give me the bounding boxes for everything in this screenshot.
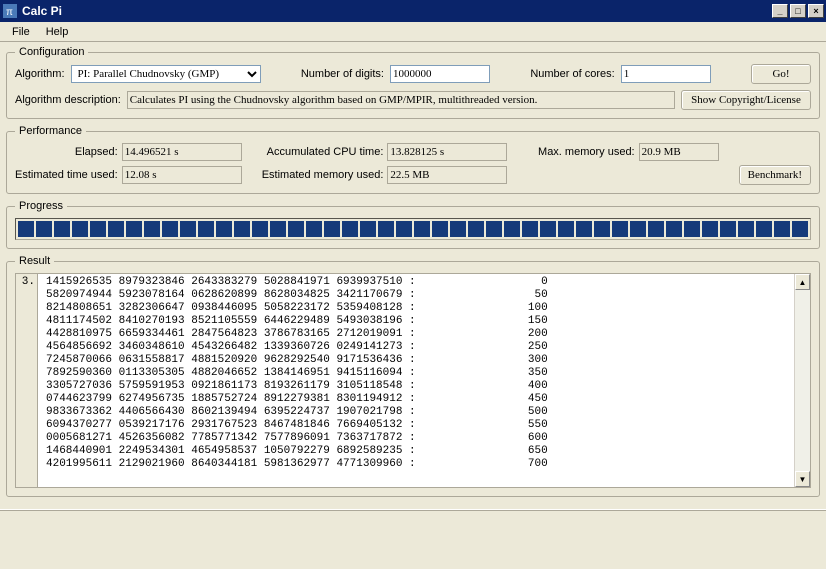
progress-block [180,221,196,237]
progress-block [702,221,718,237]
close-button[interactable]: × [808,4,824,18]
progress-block [306,221,322,237]
progress-block [612,221,628,237]
result-prefix: 3. [16,274,38,487]
maxmem-value [639,143,719,161]
algorithm-select[interactable]: PI: Parallel Chudnovsky (GMP) [71,65,261,83]
progress-block [414,221,430,237]
progress-block [576,221,592,237]
result-scrollbar[interactable]: ▲ ▼ [794,274,810,487]
progress-block [198,221,214,237]
progress-block [54,221,70,237]
menu-file[interactable]: File [4,24,38,40]
maxmem-label: Max. memory used: [538,146,635,158]
performance-group: Performance Elapsed: Accumulated CPU tim… [6,125,820,194]
esttime-value [122,166,242,184]
progress-block [468,221,484,237]
window-controls: _ □ × [772,4,824,18]
result-text[interactable]: 1415926535 8979323846 2643383279 5028841… [38,274,794,487]
configuration-group: Configuration Algorithm: PI: Parallel Ch… [6,46,820,119]
progress-block [378,221,394,237]
menu-bar: File Help [0,22,826,42]
progress-block [252,221,268,237]
progress-block [558,221,574,237]
acc-cpu-value [387,143,507,161]
progress-block [432,221,448,237]
progress-block [72,221,88,237]
description-field [127,91,675,109]
benchmark-button[interactable]: Benchmark! [739,165,811,185]
progress-block [648,221,664,237]
progress-block [144,221,160,237]
progress-block [288,221,304,237]
elapsed-label: Elapsed: [75,146,118,158]
progress-block [90,221,106,237]
progress-block [792,221,808,237]
progress-block [18,221,34,237]
progress-block [234,221,250,237]
menu-help[interactable]: Help [38,24,77,40]
result-legend: Result [15,255,54,267]
acc-cpu-label: Accumulated CPU time: [267,146,384,158]
maximize-button[interactable]: □ [790,4,806,18]
progress-block [36,221,52,237]
progress-block [684,221,700,237]
progress-block [162,221,178,237]
progress-block [450,221,466,237]
configuration-legend: Configuration [15,46,88,58]
progress-block [720,221,736,237]
svg-text:π: π [6,7,13,18]
progress-block [594,221,610,237]
digits-label: Number of digits: [301,68,384,80]
app-icon: π [2,3,18,19]
go-button[interactable]: Go! [751,64,811,84]
progress-block [630,221,646,237]
progress-block [756,221,772,237]
status-bar [0,509,826,529]
progress-block [738,221,754,237]
elapsed-value [122,143,242,161]
progress-block [126,221,142,237]
progress-block [504,221,520,237]
scroll-down-icon[interactable]: ▼ [795,471,810,487]
progress-block [486,221,502,237]
progress-block [360,221,376,237]
title-bar: π Calc Pi _ □ × [0,0,826,22]
minimize-button[interactable]: _ [772,4,788,18]
progress-block [522,221,538,237]
estmem-label: Estimated memory used: [262,169,384,181]
window-title: Calc Pi [22,4,772,18]
progress-block [216,221,232,237]
performance-legend: Performance [15,125,86,137]
progress-group: Progress [6,200,820,249]
progress-block [108,221,124,237]
estmem-value [387,166,507,184]
progress-block [270,221,286,237]
cores-label: Number of cores: [530,68,614,80]
progress-block [774,221,790,237]
progress-block [324,221,340,237]
progress-block [396,221,412,237]
esttime-label: Estimated time used: [15,169,118,181]
scroll-up-icon[interactable]: ▲ [795,274,810,290]
digits-input[interactable] [390,65,490,83]
result-group: Result 3. 1415926535 8979323846 26433832… [6,255,820,497]
progress-block [666,221,682,237]
progress-block [540,221,556,237]
description-label: Algorithm description: [15,94,121,106]
progress-bar [15,218,811,240]
scroll-track[interactable] [795,290,810,471]
progress-block [342,221,358,237]
algorithm-label: Algorithm: [15,68,65,80]
cores-input[interactable] [621,65,711,83]
progress-legend: Progress [15,200,67,212]
license-button[interactable]: Show Copyright/License [681,90,811,110]
